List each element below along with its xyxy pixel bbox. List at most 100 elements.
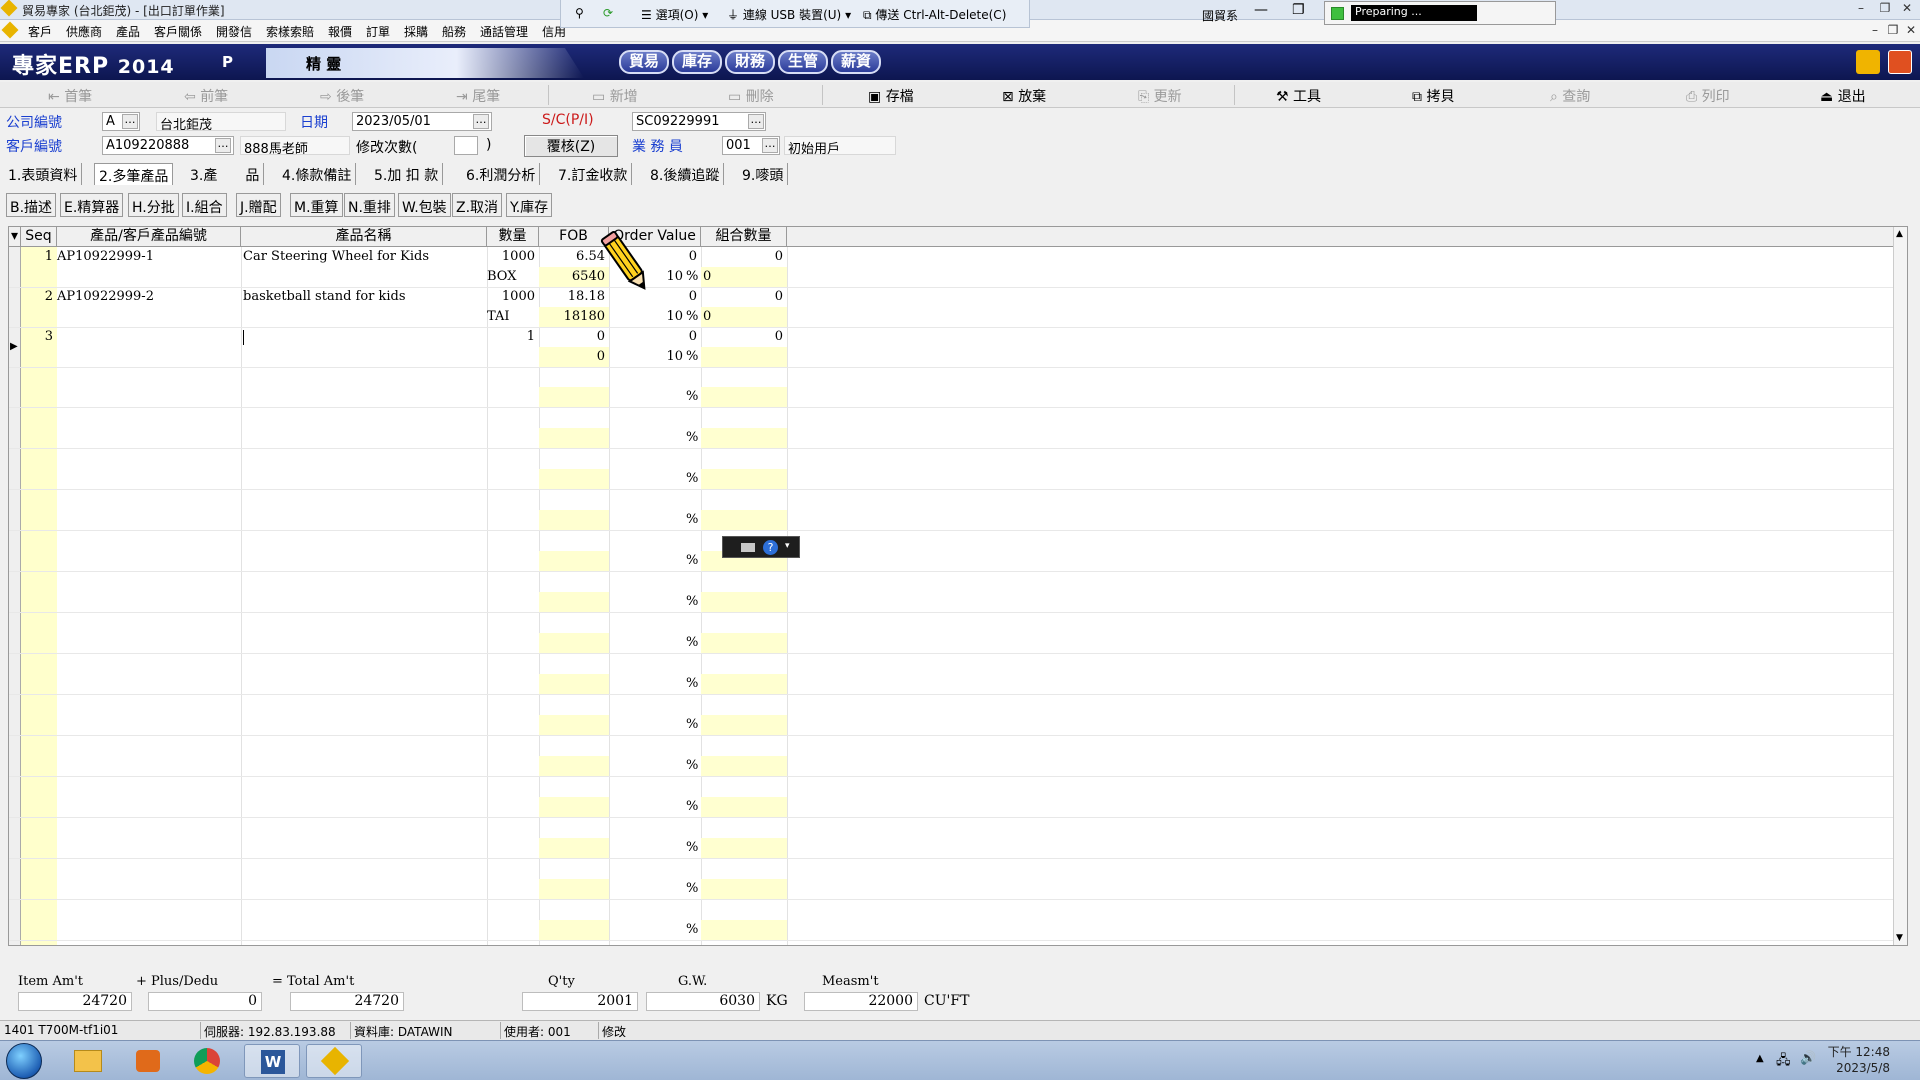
- minimize-icon[interactable]: –: [1852, 1, 1870, 17]
- cell-product-name[interactable]: basketball stand for kids: [243, 287, 406, 307]
- scroll-up-icon[interactable]: ▲: [1896, 229, 1903, 239]
- date-field[interactable]: 2023/05/01: [352, 112, 492, 131]
- empty-table-row[interactable]: %: [9, 777, 1907, 818]
- key-icon[interactable]: [1856, 50, 1880, 74]
- empty-table-row[interactable]: %: [9, 408, 1907, 449]
- date-picker-button[interactable]: …: [473, 114, 489, 129]
- cell-fob[interactable]: 6.54: [539, 247, 605, 267]
- empty-extra-cell[interactable]: [701, 510, 787, 530]
- subtab-describe[interactable]: B.描述: [6, 193, 57, 217]
- cell-fob[interactable]: 0: [539, 327, 605, 347]
- delete-button[interactable]: ▭ 刪除: [728, 86, 774, 106]
- menu-order[interactable]: 訂單: [366, 23, 390, 40]
- taskbar-clock[interactable]: 下午 12:48 2023/5/8: [1828, 1044, 1890, 1076]
- salesman-lookup-button[interactable]: …: [762, 138, 778, 153]
- first-record-button[interactable]: ⇤ 首筆: [48, 86, 92, 106]
- tab-charges[interactable]: 5.加 扣 款: [370, 163, 444, 185]
- grid-scrollbar[interactable]: ▲ ▼: [1893, 227, 1907, 945]
- tray-expand-icon[interactable]: ▲: [1756, 1053, 1764, 1064]
- tab-marks[interactable]: 9.嘜頭: [738, 163, 789, 185]
- subtab-cancel[interactable]: Z.取消: [452, 193, 503, 217]
- empty-extra-cell[interactable]: [701, 797, 787, 817]
- empty-extra-cell[interactable]: [701, 674, 787, 694]
- empty-extra-cell[interactable]: [701, 592, 787, 612]
- empty-table-row[interactable]: %: [9, 572, 1907, 613]
- keyboard-icon[interactable]: [741, 543, 755, 552]
- child-close-icon[interactable]: ✕: [1902, 23, 1920, 39]
- company-lookup-button[interactable]: …: [122, 114, 138, 129]
- cell-extra[interactable]: 0: [701, 307, 787, 327]
- tab-header[interactable]: 1.表頭資料: [4, 163, 83, 185]
- table-row[interactable]: 1 AP10922999-1 Car Steering Wheel for Ki…: [9, 247, 809, 287]
- remote-usb[interactable]: ⏚ 連線 USB 裝置(U) ▾: [727, 6, 851, 23]
- cell-order-value[interactable]: 0: [609, 327, 697, 347]
- subtab-split[interactable]: H.分批: [128, 193, 179, 217]
- remote-restore-icon[interactable]: ❐: [1292, 2, 1305, 18]
- prev-record-button[interactable]: ⇦ 前筆: [184, 86, 228, 106]
- menu-customer[interactable]: 客戶: [28, 23, 52, 40]
- empty-extra-cell[interactable]: [701, 879, 787, 899]
- chevron-down-icon[interactable]: ▾: [785, 541, 790, 551]
- empty-table-row[interactable]: %: [9, 367, 1907, 408]
- review-button[interactable]: 覆核(Z): [524, 135, 618, 157]
- close-icon[interactable]: ✕: [1898, 1, 1916, 17]
- app-menu-icon[interactable]: [1, 21, 19, 39]
- cell-qty[interactable]: 1000: [487, 287, 535, 307]
- menu-product[interactable]: 產品: [116, 23, 140, 40]
- empty-extra-cell[interactable]: [701, 428, 787, 448]
- cell-product-code[interactable]: AP10922999-2: [57, 287, 154, 307]
- subtab-combine[interactable]: I.組合: [182, 193, 227, 217]
- cell-unit[interactable]: BOX: [487, 267, 516, 287]
- tools-button[interactable]: ⚒ 工具: [1276, 86, 1321, 106]
- cell-extra[interactable]: 0: [701, 267, 787, 287]
- tab-profit[interactable]: 6.利潤分析: [462, 163, 541, 185]
- subtab-recalc[interactable]: M.重算: [290, 193, 343, 217]
- menu-crm[interactable]: 客戶關係: [154, 23, 202, 40]
- tab-followup[interactable]: 8.後續追蹤: [646, 163, 725, 185]
- empty-table-row[interactable]: %: [9, 695, 1907, 736]
- taskbar-explorer[interactable]: [60, 1044, 116, 1078]
- empty-table-row[interactable]: %: [9, 613, 1907, 654]
- tab-deposit[interactable]: 7.訂金收款: [554, 163, 633, 185]
- print-button[interactable]: ⎙ 列印: [1686, 86, 1730, 106]
- volume-icon[interactable]: 🔊: [1800, 1051, 1816, 1066]
- cell-unit[interactable]: TAI: [487, 307, 509, 327]
- empty-extra-cell[interactable]: [701, 756, 787, 776]
- menu-call[interactable]: 通話管理: [480, 23, 528, 40]
- power-icon[interactable]: [1888, 50, 1912, 74]
- empty-table-row[interactable]: %: [9, 449, 1907, 490]
- empty-table-row[interactable]: %: [9, 818, 1907, 859]
- child-restore-icon[interactable]: ❐: [1884, 23, 1902, 39]
- empty-extra-cell[interactable]: [701, 838, 787, 858]
- empty-extra-cell[interactable]: [701, 387, 787, 407]
- subtab-calculator[interactable]: E.精算器: [60, 193, 124, 217]
- cell-combo-qty[interactable]: 0: [701, 287, 783, 307]
- copy-button[interactable]: ⧉ 拷貝: [1412, 86, 1454, 106]
- start-button-icon[interactable]: [6, 1043, 42, 1079]
- remote-minimize-icon[interactable]: —: [1254, 2, 1268, 18]
- module-trade[interactable]: 貿易: [619, 50, 670, 74]
- cell-product-name[interactable]: Car Steering Wheel for Kids: [243, 247, 429, 267]
- module-inventory[interactable]: 庫存: [672, 50, 723, 74]
- menu-shipping[interactable]: 船務: [442, 23, 466, 40]
- empty-table-row[interactable]: %: [9, 900, 1907, 941]
- next-record-button[interactable]: ⇨ 後筆: [320, 86, 364, 106]
- menu-supplier[interactable]: 供應商: [66, 23, 102, 40]
- taskbar-word[interactable]: W: [244, 1044, 300, 1078]
- sc-lookup-button[interactable]: …: [748, 114, 764, 129]
- query-button[interactable]: ⌕ 查詢: [1550, 86, 1590, 106]
- cell-combo-qty[interactable]: 0: [701, 247, 783, 267]
- new-button[interactable]: ▭ 新增: [592, 86, 638, 106]
- empty-table-row[interactable]: %: [9, 531, 1907, 572]
- scroll-down-icon[interactable]: ▼: [1896, 933, 1903, 943]
- empty-extra-cell[interactable]: [701, 633, 787, 653]
- empty-table-row[interactable]: %: [9, 859, 1907, 900]
- sc-number-field[interactable]: SC09229991: [632, 112, 766, 131]
- menu-dev-letter[interactable]: 開發信: [216, 23, 252, 40]
- discard-button[interactable]: ⊠ 放棄: [1002, 86, 1046, 106]
- remote-cad[interactable]: ⧉ 傳送 Ctrl-Alt-Delete(C): [863, 6, 1006, 23]
- taskbar-media[interactable]: [120, 1044, 176, 1078]
- subtab-reorder[interactable]: N.重排: [344, 193, 395, 217]
- empty-table-row[interactable]: %: [9, 490, 1907, 531]
- taskbar-chrome[interactable]: [180, 1044, 236, 1078]
